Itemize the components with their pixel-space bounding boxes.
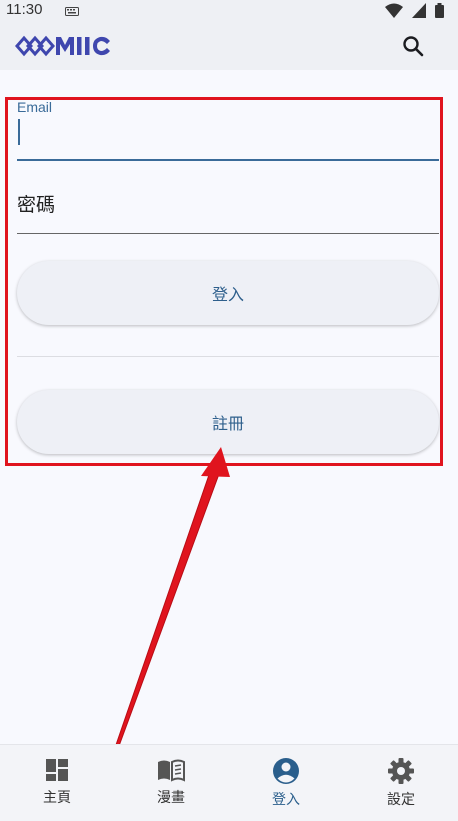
nav-label-settings: 設定 <box>387 791 415 807</box>
nav-item-comics[interactable]: 漫畫 <box>114 745 228 821</box>
book-icon <box>158 759 185 782</box>
dashboard-icon <box>46 759 68 781</box>
gear-icon <box>388 758 414 784</box>
nav-label-home: 主頁 <box>43 789 71 805</box>
nav-item-home[interactable]: 主頁 <box>0 745 114 821</box>
bottom-nav: 主頁 漫畫 登入 設定 <box>0 744 458 821</box>
nav-item-login[interactable]: 登入 <box>229 745 343 821</box>
annotation-arrow <box>95 447 230 804</box>
nav-item-settings[interactable]: 設定 <box>344 745 458 821</box>
nav-label-comics: 漫畫 <box>157 789 185 805</box>
account-circle-icon <box>273 758 299 784</box>
nav-label-login: 登入 <box>272 791 300 807</box>
